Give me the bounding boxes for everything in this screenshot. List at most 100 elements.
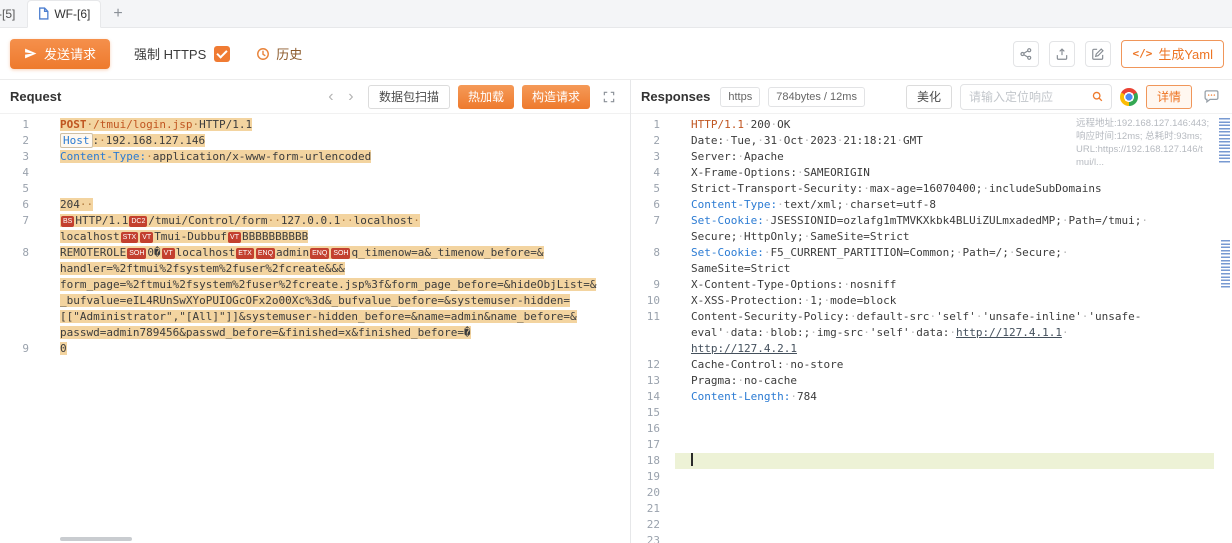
request-panel: Request ‹ › 数据包扫描 热加载 构造请求 1POST·/t [0,80,631,543]
code-content: Content-Type:·application/x-www-form-url… [44,149,630,165]
whitespace-dot: · [737,230,744,243]
line-number: 4 [0,165,44,181]
code-segment: Content-Security-Policy: [691,310,850,323]
code-segment: text/xml; [784,198,844,211]
edit-button[interactable] [1085,41,1111,67]
code-segment: data: [916,326,949,339]
ctrl-char-badge: SOH [331,248,350,259]
code-segment: systemuser-hidden_before=& [245,310,417,323]
ctrl-char-badge: ETX [236,248,254,259]
ctrl-char-badge: BS [61,216,74,227]
file-icon [38,7,49,20]
minimap[interactable] [1218,114,1232,543]
whitespace-dot: · [797,166,804,179]
code-segment: form_page=%2ftmui%2fsystem%2fuser%2fcrea… [60,278,391,291]
code-segment: _timenow_before=& [431,246,544,259]
whitespace-dot: · [757,134,764,147]
code-line: 10X-XSS-Protection:·1;·mode=block [631,293,1232,309]
code-line: 14Content-Length:·784 [631,389,1232,405]
code-segment: Set-Cookie: [691,214,764,227]
tab-previous[interactable]: -[5] [0,0,25,28]
line-number: 7 [631,213,675,229]
code-segment: 1; [810,294,823,307]
generate-yaml-button[interactable]: </> 生成Yaml [1121,40,1224,68]
beautify-button[interactable]: 美化 [906,85,952,109]
line-number: 9 [631,277,675,293]
code-segment: mode=block [830,294,896,307]
code-segment: 204 [60,198,80,211]
code-line: 8Set-Cookie:·F5_CURRENT_PARTITION=Common… [631,245,1232,277]
search-input[interactable] [961,90,1085,104]
tab-bar: -[5] WF-[6] + [0,0,1232,28]
line-number: 20 [631,485,675,501]
code-segment: data: [731,326,764,339]
tab-label: WF-[6] [54,7,90,21]
hot-reload-button[interactable]: 热加载 [458,85,514,109]
toolbar-right-group: </> 生成Yaml [1013,40,1222,68]
code-content [44,181,630,197]
code-content: POST·/tmui/login.jsp·HTTP/1.1 [44,117,630,133]
code-segment: 31 [764,134,777,147]
history-button[interactable]: 历史 [256,44,302,63]
code-segment: HTTP/1.1 [199,118,252,131]
line-number: 3 [631,149,675,165]
whitespace-dot: · [777,198,784,211]
detail-button[interactable]: 详情 [1146,85,1192,109]
code-text: 204·· [60,198,93,211]
chevron-left-icon[interactable]: ‹ [322,85,340,109]
line-number: 15 [631,405,675,421]
size-time-badge: 784bytes / 12ms [768,87,865,107]
code-segment: [All]"]]& [186,310,246,323]
code-segment: JSESSIONID=ozlafg1mTMVKXkbk4BLUiZULmxade… [770,214,1061,227]
code-segment: _bufvalue_before=& [332,294,451,307]
code-segment: passwd=admin789456& [60,326,186,339]
share-nodes-icon [1019,47,1033,61]
request-editor[interactable]: 1POST·/tmui/login.jsp·HTTP/1.12Host:·192… [0,114,630,543]
whitespace-dot: · [1062,246,1069,259]
code-text: REMOTEROLESOH0�VTlocalhostETXENQadminENQ… [60,246,596,339]
code-text: Set-Cookie:·F5_CURRENT_PARTITION=Common;… [691,246,1069,275]
code-text: Content-Type:·application/x-www-form-url… [60,150,371,163]
code-segment: blob:; [771,326,811,339]
code-segment: localhost [176,246,236,259]
code-segment: _bufvalue=eIL4RUnSwXYoPUIOGcOFx2o00Xc%3d… [60,294,332,307]
packet-scan-button[interactable]: 数据包扫描 [368,85,450,109]
ctrl-char-badge: DC2 [129,216,147,227]
whitespace-dot: · [87,198,94,211]
code-segment: & [338,262,345,275]
fullscreen-button[interactable] [598,86,620,108]
response-editor[interactable]: 1HTTP/1.1·200·OK2Date:·Tue,·31·Oct·2023·… [631,114,1232,543]
whitespace-dot: · [777,134,784,147]
horizontal-scrollbar[interactable] [60,537,132,541]
feedback-button[interactable] [1200,86,1222,108]
code-segment: 0� [147,246,160,259]
toolbar: 发送请求 强制 HTTPS 历史 [0,28,1232,80]
ctrl-char-badge: ENQ [256,248,275,259]
new-tab-button[interactable]: + [103,5,132,23]
code-text: Set-Cookie: · JSESSIONID=ozlafg1mTMVKXkbk4… [691,214,1148,243]
code-segment: default-src [857,310,930,323]
force-https-checkbox[interactable] [214,46,230,62]
code-segment: 'unsafe-inline' [982,310,1081,323]
code-line: 8REMOTEROLESOH0�VTlocalhostETXENQadminEN… [0,245,630,341]
code-segment: localhost [354,214,414,227]
tab-active[interactable]: WF-[6] [27,0,101,28]
whitespace-dot: · [80,198,87,211]
code-segment: http://127.4.2.1 [691,342,797,355]
chrome-browser-icon[interactable] [1120,88,1138,106]
share-button[interactable] [1013,41,1039,67]
code-segment: X-Frame-Options: [691,166,797,179]
send-request-button[interactable]: 发送请求 [10,39,110,69]
code-segment: Host [60,133,93,148]
chevron-right-icon[interactable]: › [342,85,360,109]
code-segment: Path=/tmui; [1069,214,1142,227]
construct-request-button[interactable]: 构造请求 [522,85,590,109]
line-number: 8 [0,245,44,261]
export-button[interactable] [1049,41,1075,67]
send-request-label: 发送请求 [44,44,96,63]
code-segment: 127.0.0.1 [281,214,341,227]
code-text: X-XSS-Protection:·1;·mode=block [691,294,896,307]
search-button[interactable] [1085,85,1111,109]
code-segment: 200 [751,118,771,131]
code-line: 16 [631,421,1232,437]
